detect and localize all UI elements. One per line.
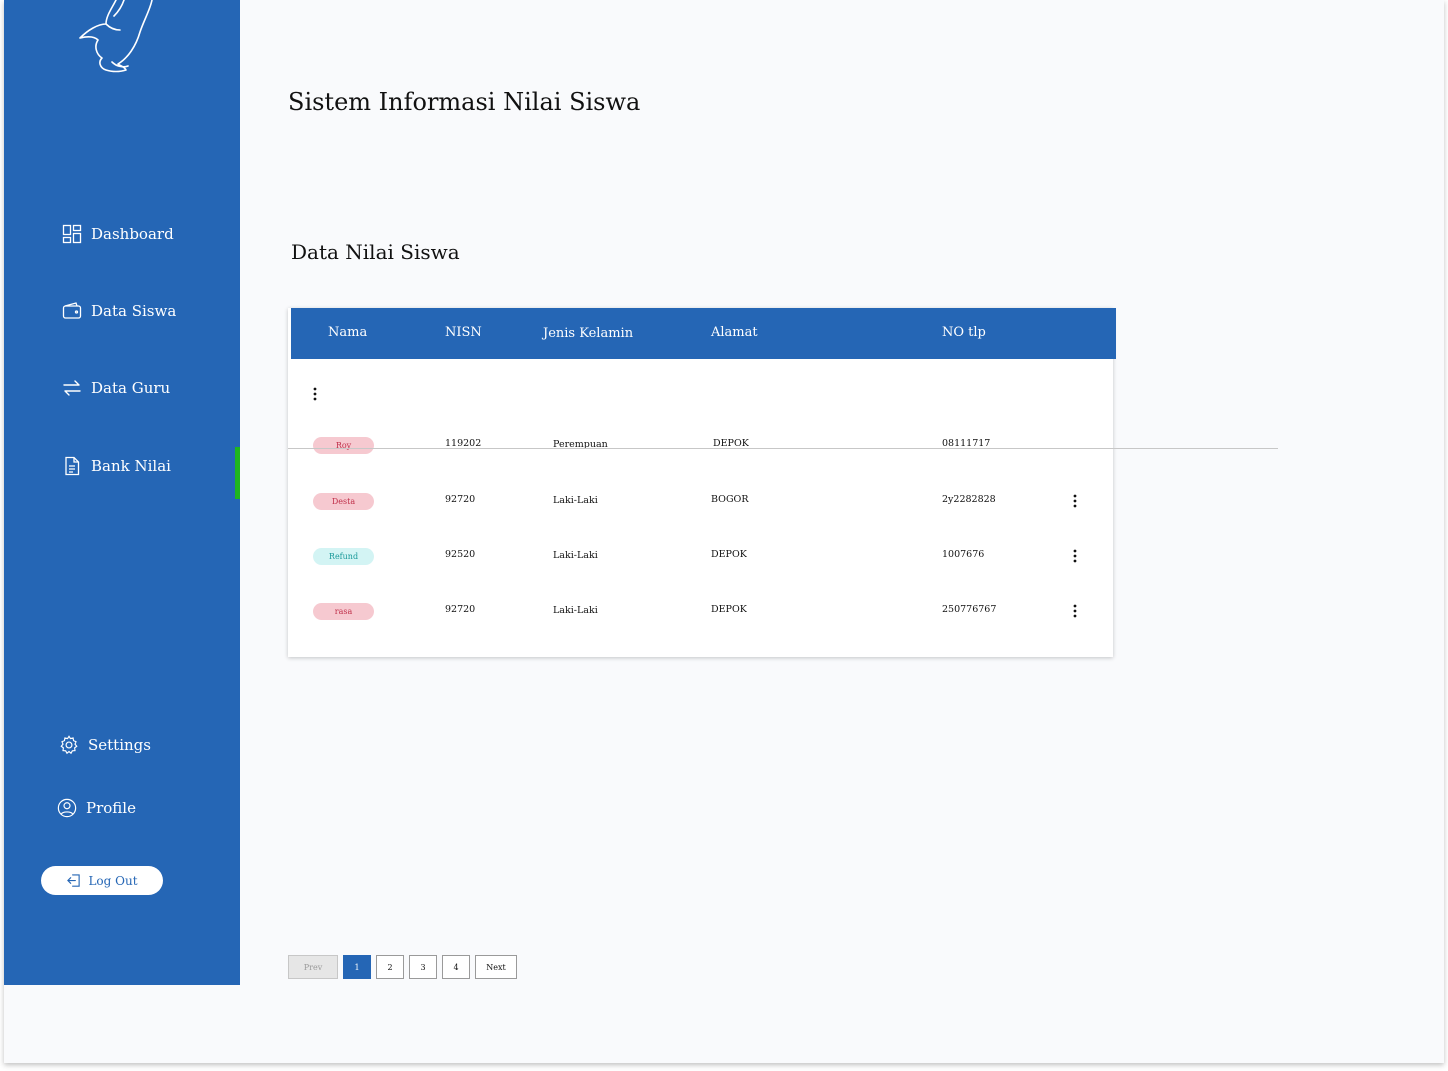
cell-alamat: BOGOR <box>711 494 749 505</box>
pagination: Prev 1 2 3 4 Next <box>288 955 517 979</box>
cell-nisn: 92520 <box>445 549 476 560</box>
logout-icon <box>67 874 81 887</box>
name-badge: Desta <box>313 493 374 510</box>
name-badge: Roy <box>313 437 374 454</box>
cell-nisn: 92720 <box>445 494 476 505</box>
gear-icon <box>60 735 78 755</box>
wallet-icon <box>62 302 82 319</box>
column-header-jenis-kelamin: Jenis Kelamin <box>543 326 634 341</box>
table-options-menu-button[interactable] <box>309 387 321 401</box>
row-divider <box>288 448 1278 449</box>
name-badge: Refund <box>313 548 374 565</box>
cell-jenis-kelamin: Laki-Laki <box>553 495 598 506</box>
logout-label: Log Out <box>88 873 138 888</box>
table-header: Nama NISN Jenis Kelamin Alamat NO tlp <box>291 308 1116 359</box>
section-title: Data Nilai Siswa <box>291 240 460 264</box>
page-button-1[interactable]: 1 <box>343 955 371 979</box>
more-vertical-icon <box>1073 549 1077 563</box>
more-vertical-icon <box>1073 604 1077 618</box>
sidebar-item-label: Bank Nilai <box>91 457 171 475</box>
column-header-no-tlp: NO tlp <box>942 325 986 340</box>
sidebar-item-bank-nilai[interactable]: Bank Nilai <box>62 456 171 476</box>
name-badge: rasa <box>313 603 374 620</box>
sidebar-item-label: Settings <box>88 736 151 754</box>
sidebar-item-label: Dashboard <box>91 225 174 243</box>
cell-nisn: 92720 <box>445 604 476 615</box>
cell-no-tlp: 1007676 <box>942 549 985 560</box>
cell-no-tlp: 2y2282828 <box>942 494 996 505</box>
sidebar-item-profile[interactable]: Profile <box>57 798 136 818</box>
page-button-2[interactable]: 2 <box>376 955 404 979</box>
column-header-nisn: NISN <box>445 325 482 340</box>
row-actions-button[interactable] <box>1069 549 1081 563</box>
cell-alamat: DEPOK <box>711 549 747 560</box>
active-nav-indicator <box>235 447 240 499</box>
page-button-3[interactable]: 3 <box>409 955 437 979</box>
prev-page-button[interactable]: Prev <box>288 955 338 979</box>
row-actions-button[interactable] <box>1069 604 1081 618</box>
page-title: Sistem Informasi Nilai Siswa <box>288 88 641 116</box>
sidebar-item-settings[interactable]: Settings <box>59 735 151 755</box>
sidebar-item-data-siswa[interactable]: Data Siswa <box>62 301 176 321</box>
page-button-4[interactable]: 4 <box>442 955 470 979</box>
sidebar-item-label: Data Guru <box>91 379 171 397</box>
cell-jenis-kelamin: Laki-Laki <box>553 550 598 561</box>
column-header-alamat: Alamat <box>711 325 758 340</box>
bird-logo-icon <box>79 0 153 73</box>
cell-jenis-kelamin: Laki-Laki <box>553 605 598 616</box>
transfer-arrows-icon <box>63 380 81 396</box>
cell-alamat: DEPOK <box>711 604 747 615</box>
sidebar-item-label: Data Siswa <box>91 302 177 320</box>
dashboard-icon <box>62 224 82 244</box>
sidebar: Dashboard Data Siswa Data Guru Bank Nila… <box>4 0 240 985</box>
sidebar-item-data-guru[interactable]: Data Guru <box>62 378 170 398</box>
sidebar-item-dashboard[interactable]: Dashboard <box>62 224 174 244</box>
more-vertical-icon <box>1073 494 1077 508</box>
document-icon <box>65 456 80 476</box>
cell-no-tlp: 250776767 <box>942 604 997 615</box>
row-actions-button[interactable] <box>1069 494 1081 508</box>
next-page-button[interactable]: Next <box>475 955 517 979</box>
logout-button[interactable]: Log Out <box>41 866 163 895</box>
user-circle-icon <box>57 798 77 818</box>
sidebar-item-label: Profile <box>86 799 136 817</box>
more-vertical-icon <box>313 387 317 401</box>
column-header-nama: Nama <box>328 325 368 340</box>
